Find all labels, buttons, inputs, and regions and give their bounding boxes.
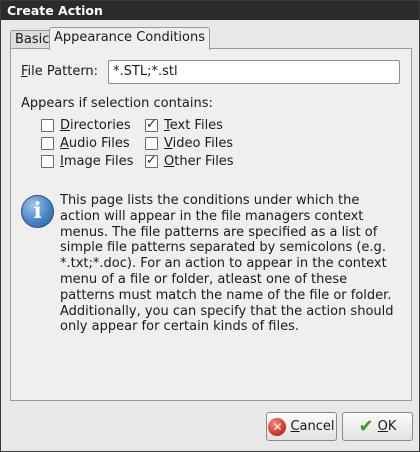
ok-label: K <box>387 419 397 434</box>
checkbox-box[interactable] <box>41 136 54 150</box>
file-pattern-label-text: ile Pattern: <box>27 64 99 79</box>
ok-button[interactable]: ✔ OK <box>342 412 413 441</box>
cancel-icon: ✕ <box>268 417 287 436</box>
text-files-label: ext Files <box>169 117 223 133</box>
tab-basic[interactable]: Basic <box>10 30 55 49</box>
other-files-mnemonic: O <box>164 153 175 169</box>
info-description: This page lists the conditions under whi… <box>60 193 394 335</box>
check-mark-icon: ✓ <box>146 116 157 132</box>
checkmark-icon: ✔ <box>358 415 374 437</box>
image-files-checkbox[interactable]: Image Files <box>41 153 133 169</box>
file-pattern-input[interactable]: *.STL;*.stl <box>108 60 400 84</box>
video-files-checkbox[interactable]: Video Files <box>145 135 233 151</box>
checkbox-box[interactable]: ✓ <box>145 116 158 132</box>
checkbox-box[interactable] <box>145 136 158 150</box>
cancel-mnemonic: C <box>290 419 300 434</box>
tab-appearance-conditions[interactable]: Appearance Conditions <box>49 27 210 50</box>
other-files-label: ther Files <box>174 153 234 169</box>
checkbox-box[interactable] <box>41 118 54 132</box>
video-files-label: ideo Files <box>172 135 234 151</box>
checkbox-box[interactable] <box>41 154 54 168</box>
window-title: Create Action <box>1 1 419 20</box>
directories-mnemonic: D <box>60 117 71 133</box>
file-pattern-label: File Pattern: <box>21 64 98 79</box>
ok-mnemonic: O <box>377 419 388 434</box>
audio-files-mnemonic: A <box>60 135 69 151</box>
other-files-checkbox[interactable]: ✓ Other Files <box>145 153 234 169</box>
checkbox-box[interactable]: ✓ <box>145 152 158 168</box>
image-files-label: mage Files <box>63 153 134 169</box>
check-mark-icon: ✓ <box>146 152 157 168</box>
audio-files-checkbox[interactable]: Audio Files <box>41 135 130 151</box>
appears-if-label: Appears if selection contains: <box>21 96 213 111</box>
video-files-mnemonic: V <box>164 135 173 151</box>
info-icon: i <box>21 195 54 228</box>
cancel-label: ancel <box>299 419 335 434</box>
cancel-button[interactable]: ✕ Cancel <box>266 412 337 441</box>
audio-files-label: udio Files <box>68 135 130 151</box>
text-files-checkbox[interactable]: ✓ Text Files <box>145 117 223 133</box>
create-action-dialog: Create Action Basic Appearance Condition… <box>0 0 420 452</box>
directories-checkbox[interactable]: Directories <box>41 117 131 133</box>
directories-label: irectories <box>70 117 131 133</box>
